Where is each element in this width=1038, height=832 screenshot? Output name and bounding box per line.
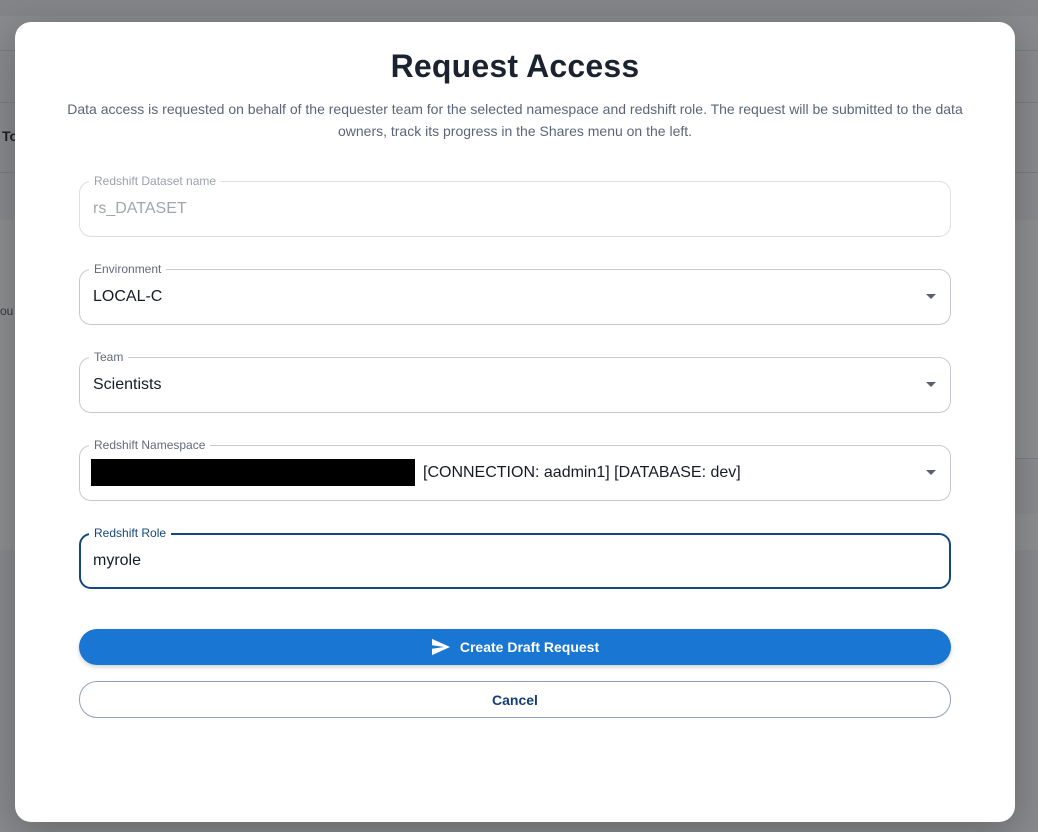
chevron-down-icon[interactable] — [926, 294, 936, 299]
redshift-namespace-value: [CONNECTION: aadmin1] [DATABASE: dev] — [423, 464, 741, 481]
dialog-title: Request Access — [390, 48, 640, 84]
redaction-block — [91, 459, 415, 486]
dialog-description: Data access is requested on behalf of th… — [67, 101, 963, 139]
environment-value: LOCAL-C — [93, 288, 163, 305]
send-icon — [431, 638, 450, 656]
create-draft-request-button[interactable]: Create Draft Request — [79, 629, 951, 665]
redshift-role-field[interactable]: Redshift Role myrole — [79, 526, 951, 589]
create-draft-request-label: Create Draft Request — [459, 639, 600, 655]
environment-select[interactable]: Environment LOCAL-C — [79, 262, 951, 325]
redshift-namespace-label: Redshift Namespace — [89, 438, 211, 452]
dataset-name-value: rs_DATASET — [93, 200, 187, 217]
chevron-down-icon[interactable] — [926, 382, 936, 387]
chevron-down-icon[interactable] — [926, 470, 936, 475]
cancel-button[interactable]: Cancel — [79, 681, 951, 718]
redshift-role-input[interactable]: myrole — [93, 534, 141, 588]
cancel-label: Cancel — [492, 691, 538, 708]
request-access-dialog: Request Access Data access is requested … — [15, 22, 1015, 822]
redshift-namespace-select[interactable]: Redshift Namespace [CONNECTION: aadmin1]… — [79, 438, 951, 501]
team-select[interactable]: Team Scientists — [79, 350, 951, 413]
team-value: Scientists — [93, 376, 162, 393]
dataset-name-field: Redshift Dataset name rs_DATASET — [79, 174, 951, 237]
